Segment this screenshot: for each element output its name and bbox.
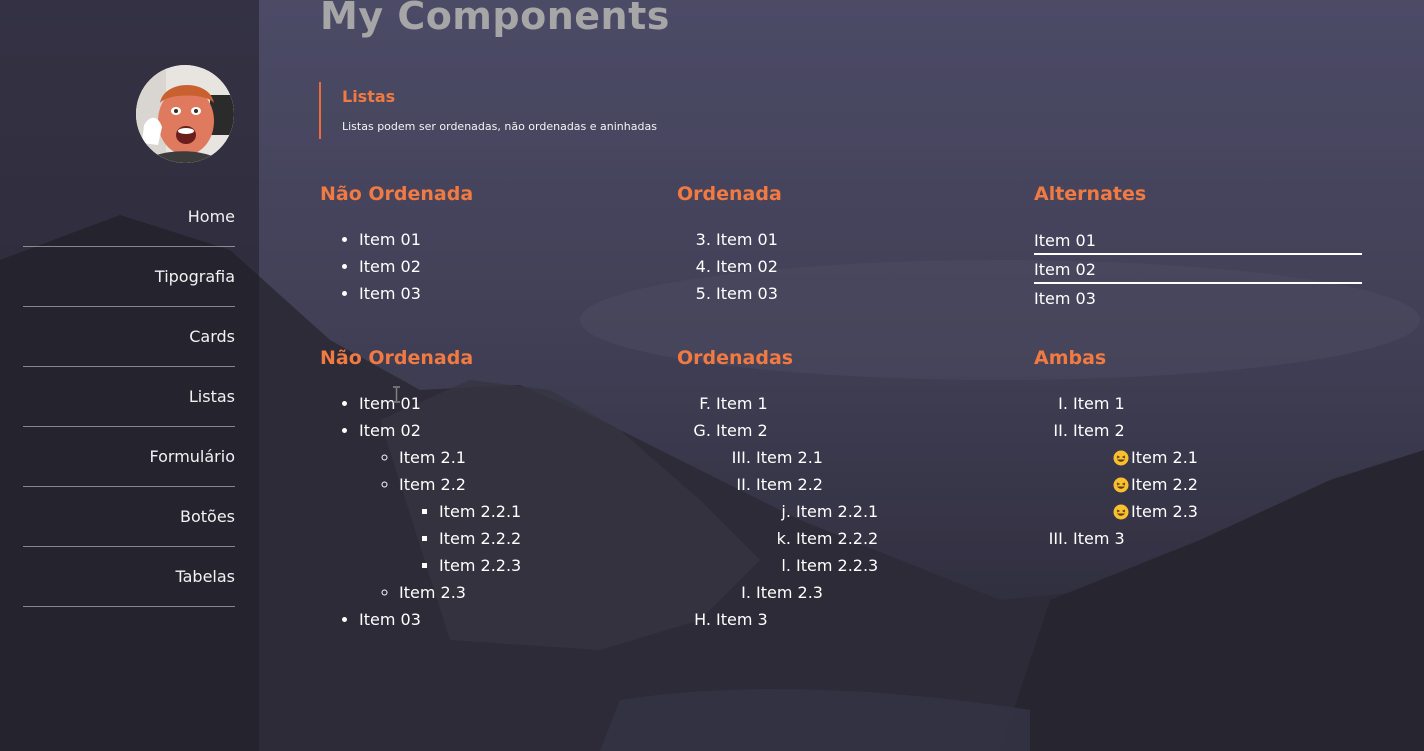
nested-unordered-list: Item 01 Item 02 Item 2.1 Item 2.2 Item 2… (320, 390, 650, 633)
list-item: Item 2.2.1 (796, 498, 1007, 525)
both-list: Item 1 Item 2 Item 2.1 Item 2.2 Item 2.3… (1034, 390, 1364, 552)
list-item: Item 02 (359, 417, 650, 444)
list-item: Item 2 (1073, 417, 1364, 444)
list-item: Item 01 (1034, 226, 1362, 255)
section-title: Ambas (1034, 347, 1107, 369)
nav-item-formulario[interactable]: Formulário (23, 427, 235, 487)
section-title: Não Ordenada (320, 347, 474, 369)
ordered-list: Item 01 Item 02 Item 03 (677, 226, 1007, 307)
list-item: Item 01 (359, 390, 650, 417)
alternates-list-section: Alternates Item 01 Item 02 Item 03 (1034, 180, 1364, 313)
nav-item-tipografia[interactable]: Tipografia (23, 247, 235, 307)
callout-text: Listas podem ser ordenadas, não ordenada… (342, 120, 657, 133)
laughing-emoji-icon (1113, 504, 1129, 519)
list-item: Item 2.3 (399, 579, 650, 606)
list-item: Item 2.2.3 (796, 552, 1007, 579)
laughing-emoji-icon (1113, 477, 1129, 492)
list-item: Item 03 (1034, 289, 1096, 308)
avatar[interactable] (136, 65, 234, 163)
list-item-label: Item 2.3 (1131, 502, 1198, 521)
list-item: Item 01 (716, 226, 1007, 253)
list-item: Item 03 (716, 280, 1007, 307)
nav-item-tabelas[interactable]: Tabelas (23, 547, 235, 607)
sidebar: Home Tipografia Cards Listas Formulário … (0, 0, 259, 751)
both-list-section: Ambas Item 1 Item 2 Item 2.1 Item 2.2 It… (1034, 344, 1364, 552)
list-item: Item 2.2 (756, 471, 1007, 498)
list-item-label: Item 2.1 (1131, 448, 1198, 467)
sub-list: Item 2.1 Item 2.2 Item 2.2.1 Item 2.2.2 … (716, 444, 1007, 606)
list-group: Item 2.1 Item 2.2 Item 2.2.1 Item 2.2.2 … (359, 444, 650, 606)
list-item: Item 2.2.1 (439, 498, 650, 525)
page-title: My Components (320, 0, 670, 38)
unordered-list-section: Não Ordenada Item 01 Item 02 Item 03 (320, 180, 650, 307)
list-item: Item 02 (716, 253, 1007, 280)
list-item: Item 1 (1073, 390, 1364, 417)
list-item: Item 2.1 (756, 444, 1007, 471)
sub-sub-list: Item 2.2.1 Item 2.2.2 Item 2.2.3 (756, 498, 1007, 579)
list-item: Item 02 (359, 253, 650, 280)
emoji-sub-list: Item 2.1 Item 2.2 Item 2.3 (1073, 444, 1364, 525)
list-item: Item 2.1 (1113, 444, 1364, 471)
list-item: Item 2.2 (399, 471, 650, 498)
list-item: Item 3 (1073, 525, 1364, 552)
list-item: Item 2.1 (399, 444, 650, 471)
ordered-list-section: Ordenada Item 01 Item 02 Item 03 (677, 180, 1007, 307)
sub-sub-list: Item 2.2.1 Item 2.2.2 Item 2.2.3 (399, 498, 650, 579)
text-cursor-icon (393, 386, 400, 403)
list-item: Item 02 (1034, 255, 1362, 284)
nav-item-cards[interactable]: Cards (23, 307, 235, 367)
list-item-label: Item 2.2 (1131, 475, 1198, 494)
list-item: Item 2.2 (1113, 471, 1364, 498)
unordered-list: Item 01 Item 02 Item 03 (320, 226, 650, 307)
nav-item-home[interactable]: Home (23, 187, 235, 247)
nested-ordered-section: Ordenadas Item 1 Item 2 Item 2.1 Item 2.… (677, 344, 1007, 633)
sidebar-nav: Home Tipografia Cards Listas Formulário … (23, 187, 235, 607)
list-item: Item 03 (359, 280, 650, 307)
list-item: Item 03 (359, 606, 650, 633)
list-item: Item 2.3 (1113, 498, 1364, 525)
laughing-emoji-icon (1113, 450, 1129, 465)
list-item: Item 2.2.3 (439, 552, 650, 579)
list-group: Item 2.2.1 Item 2.2.2 Item 2.2.3 (756, 498, 1007, 579)
nav-item-listas[interactable]: Listas (23, 367, 235, 427)
list-item: Item 2.3 (756, 579, 1007, 606)
list-item: Item 3 (716, 606, 1007, 633)
callout-title: Listas (342, 87, 396, 106)
section-title: Não Ordenada (320, 183, 474, 205)
list-item: Item 2.2.2 (796, 525, 1007, 552)
list-item: Item 01 (359, 226, 650, 253)
section-title: Alternates (1034, 183, 1147, 205)
list-item: Item 1 (716, 390, 1007, 417)
sub-list: Item 2.1 Item 2.2 Item 2.2.1 Item 2.2.2 … (359, 444, 650, 606)
section-title: Ordenadas (677, 347, 794, 369)
list-item: Item 2 (716, 417, 1007, 444)
alternates-list: Item 01 Item 02 Item 03 (1034, 226, 1362, 313)
nested-ordered-list: Item 1 Item 2 Item 2.1 Item 2.2 Item 2.2… (677, 390, 1007, 633)
list-group: Item 2.1 Item 2.2 Item 2.3 (1073, 444, 1364, 525)
list-item: Item 2.2.2 (439, 525, 650, 552)
nav-item-botoes[interactable]: Botões (23, 487, 235, 547)
section-title: Ordenada (677, 183, 782, 205)
section-callout: Listas Listas podem ser ordenadas, não o… (319, 82, 657, 139)
list-group: Item 2.2.1 Item 2.2.2 Item 2.2.3 (399, 498, 650, 579)
list-group: Item 2.1 Item 2.2 Item 2.2.1 Item 2.2.2 … (716, 444, 1007, 606)
nested-unordered-section: Não Ordenada Item 01 Item 02 Item 2.1 It… (320, 344, 650, 633)
